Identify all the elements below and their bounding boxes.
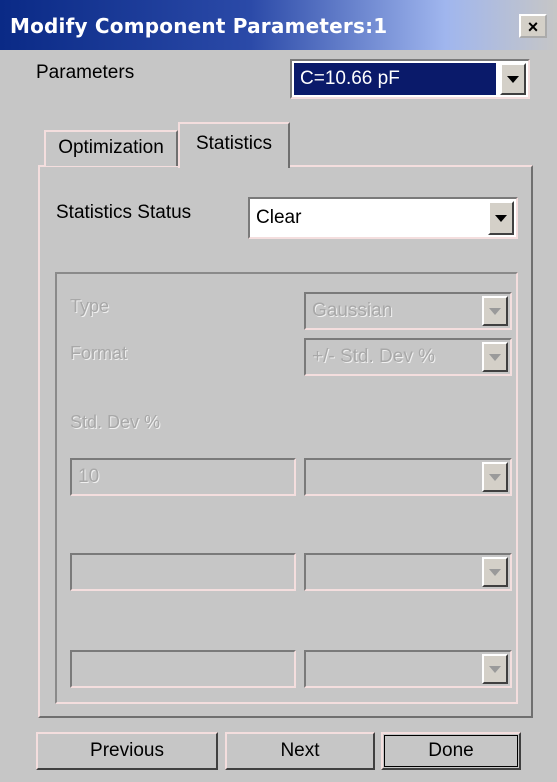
- statistics-status-label: Statistics Status: [56, 202, 192, 223]
- tab-optimization-label: Optimization: [58, 137, 164, 158]
- stddev-value-field[interactable]: 10: [70, 458, 296, 496]
- stddev-value: 10: [78, 466, 100, 487]
- chevron-down-icon[interactable]: [482, 654, 508, 684]
- previous-button-label: Previous: [90, 740, 164, 761]
- type-value: Gaussian: [312, 300, 393, 321]
- chevron-down-icon[interactable]: [482, 342, 508, 372]
- title-bar: Modify Component Parameters:1 ×: [0, 0, 557, 50]
- close-button[interactable]: ×: [519, 14, 547, 38]
- close-icon: ×: [527, 17, 539, 37]
- format-select[interactable]: +/- Std. Dev %: [304, 338, 512, 376]
- statistics-status-value: Clear: [256, 207, 302, 228]
- chevron-down-icon[interactable]: [482, 557, 508, 587]
- tab-optimization[interactable]: Optimization: [44, 130, 178, 166]
- chevron-down-icon[interactable]: [482, 296, 508, 326]
- param2-value-field[interactable]: [70, 553, 296, 591]
- tab-statistics[interactable]: Statistics: [178, 122, 290, 168]
- type-select[interactable]: Gaussian: [304, 292, 512, 330]
- tab-statistics-label: Statistics: [195, 133, 273, 154]
- chevron-down-icon[interactable]: [488, 201, 514, 235]
- param2-unit-select[interactable]: [304, 553, 512, 591]
- parameters-value: C=10.66 pF: [300, 68, 400, 89]
- chevron-down-icon[interactable]: [500, 63, 526, 95]
- stddev-unit-select[interactable]: [304, 458, 512, 496]
- chevron-down-icon[interactable]: [482, 462, 508, 492]
- next-button[interactable]: Next: [225, 732, 375, 770]
- format-label: Format: [70, 343, 128, 363]
- parameters-label: Parameters: [36, 62, 135, 83]
- statistics-status-select[interactable]: Clear: [248, 197, 518, 239]
- previous-button[interactable]: Previous: [36, 732, 218, 770]
- type-label: Type: [70, 296, 110, 316]
- done-button[interactable]: Done: [381, 732, 521, 770]
- format-value: +/- Std. Dev %: [312, 346, 436, 367]
- param3-value-field[interactable]: [70, 650, 296, 688]
- next-button-label: Next: [280, 740, 320, 761]
- window-title: Modify Component Parameters:1: [10, 14, 388, 38]
- parameters-select[interactable]: C=10.66 pF: [290, 59, 530, 99]
- stddev-label: Std. Dev %: [70, 412, 161, 432]
- done-button-label: Done: [428, 740, 474, 761]
- param3-unit-select[interactable]: [304, 650, 512, 688]
